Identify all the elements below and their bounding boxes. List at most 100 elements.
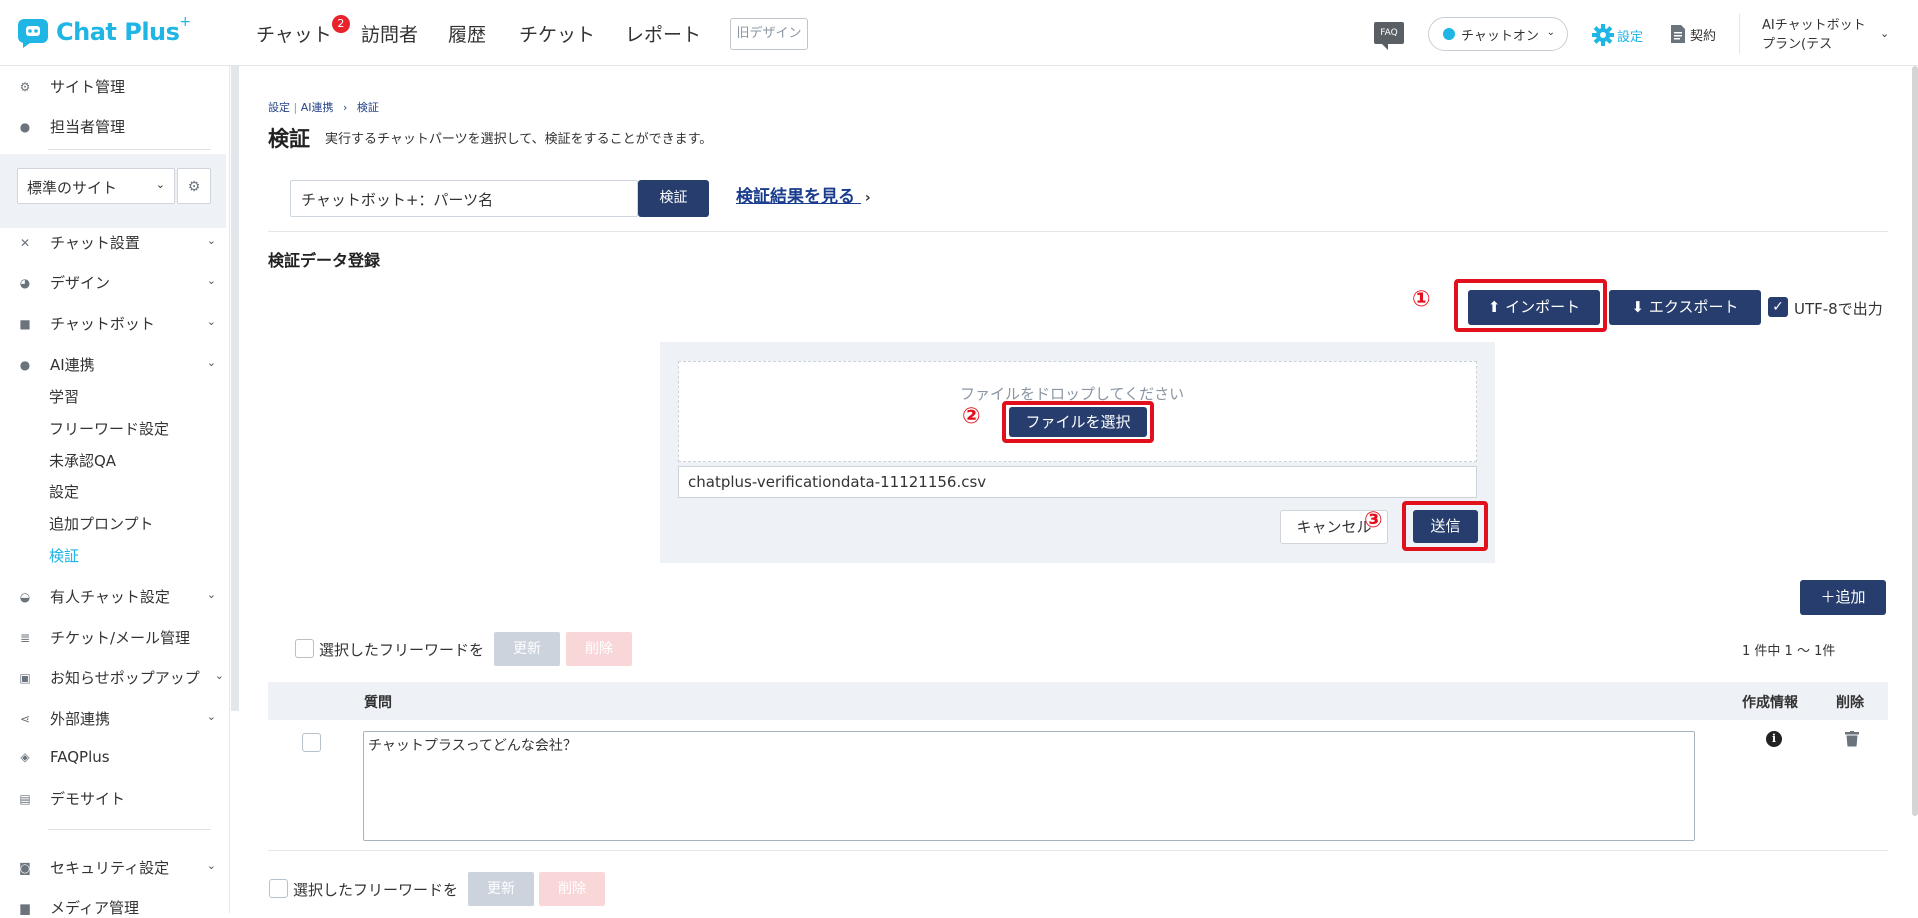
plan-label: AIチャットボットプラン(テス: [1762, 18, 1866, 52]
chevron-down-icon: ⌄: [206, 234, 216, 247]
table-header: [268, 682, 1888, 720]
upload-icon: ⬆: [1487, 298, 1501, 316]
chat-status-label: チャットオン: [1461, 28, 1539, 44]
contract-link[interactable]: 契約: [1670, 24, 1716, 44]
import-label: インポート: [1505, 298, 1581, 316]
sidebar-item-manned-chat[interactable]: ◒ 有人チャット設定 ⌄: [18, 586, 218, 607]
list-icon: ≣: [19, 630, 31, 645]
view-results-link[interactable]: 検証結果を見る ›: [736, 182, 871, 207]
utf8-checkbox[interactable]: ✓: [1768, 297, 1788, 317]
palette-icon: ◕: [19, 275, 31, 290]
info-icon[interactable]: i: [1766, 731, 1782, 747]
tools-icon: ✕: [19, 235, 31, 250]
nav-chat-label: チャット: [256, 24, 332, 46]
nav-visitors[interactable]: 訪問者: [361, 20, 418, 47]
column-header-question: 質問: [364, 695, 392, 711]
sidebar-item-external[interactable]: ⋖ 外部連携 ⌄: [18, 708, 218, 729]
sidebar-sub-freeword[interactable]: フリーワード設定: [49, 418, 169, 439]
nav-chat[interactable]: チャット 2: [256, 15, 350, 47]
add-button[interactable]: ＋追加: [1800, 580, 1886, 615]
sidebar-item-ai[interactable]: ● AI連携 ⌄: [18, 354, 218, 375]
verify-button[interactable]: 検証: [638, 180, 709, 217]
sidebar-item-chatbot[interactable]: ■ チャットボット ⌄: [18, 313, 218, 334]
chat-status-toggle[interactable]: チャットオン ⌄: [1428, 17, 1568, 51]
select-all-checkbox-bottom[interactable]: [269, 879, 288, 898]
selected-file-name: chatplus-verificationdata-11121156.csv: [688, 473, 987, 491]
old-design-button[interactable]: 旧デザイン: [730, 18, 808, 50]
row-checkbox[interactable]: [302, 733, 321, 752]
sidebar-item-staff-management[interactable]: ● 担当者管理: [18, 116, 218, 137]
site-gear-icon: ⚙: [19, 79, 31, 94]
breadcrumb-ai-link[interactable]: AI連携: [301, 101, 334, 114]
chevron-down-icon: ⌄: [1546, 27, 1555, 38]
sidebar-sub-verification[interactable]: 検証: [49, 545, 79, 566]
nav-tickets[interactable]: チケット: [519, 20, 595, 47]
share-icon: ⋖: [19, 711, 31, 726]
sidebar-divider: [48, 829, 211, 830]
plan-selector[interactable]: AIチャットボットプラン(テス: [1762, 16, 1872, 54]
chevron-down-icon: ⌄: [155, 178, 165, 191]
download-icon: ⬇: [1631, 298, 1645, 316]
document-icon: [1671, 25, 1685, 43]
sidebar-item-security[interactable]: ◙ セキュリティ設定 ⌄: [18, 857, 218, 878]
settings-link[interactable]: 設定: [1592, 24, 1643, 46]
sidebar-item-label: チャットボット: [50, 315, 155, 333]
bulk-action-label: 選択したフリーワードを: [319, 641, 485, 659]
sidebar-item-demo-site[interactable]: ▤ デモサイト: [18, 788, 218, 809]
sidebar-item-ticket-mail[interactable]: ≣ チケット/メール管理: [18, 627, 218, 648]
chat-plus-logo[interactable]: Chat Plus +: [16, 14, 191, 50]
logo-bubble-icon: [16, 15, 50, 49]
faq-plus-icon: ◈: [20, 750, 30, 764]
bulk-update-button-bottom[interactable]: 更新: [468, 872, 534, 906]
sidebar-item-design[interactable]: ◕ デザイン ⌄: [18, 272, 218, 293]
chevron-down-icon: ⌄: [206, 274, 216, 287]
site-select[interactable]: 標準のサイト ⌄: [17, 168, 175, 204]
sidebar-sub-unapproved-qa[interactable]: 未承認QA: [49, 450, 116, 471]
breadcrumb-settings-link[interactable]: 設定: [268, 101, 290, 114]
demo-icon: ▤: [19, 791, 31, 806]
question-textarea[interactable]: チャットプラスってどんな会社？: [363, 731, 1695, 841]
top-navigation-bar: Chat Plus + チャット 2 訪問者 履歴 チケット レポート 旧デザイ…: [0, 0, 1918, 66]
ai-icon: ●: [19, 357, 31, 372]
chevron-down-icon: ⌄: [214, 669, 224, 682]
bulk-delete-button-bottom[interactable]: 削除: [539, 872, 605, 906]
trash-icon[interactable]: [1845, 731, 1859, 747]
sidebar-sub-learning[interactable]: 学習: [49, 386, 79, 407]
sidebar-item-label: デザイン: [50, 274, 111, 292]
sidebar-item-chat-setup[interactable]: ✕ チャット設置 ⌄: [18, 232, 218, 253]
pagination-count: 1 件中 1 ～ 1件: [1742, 644, 1836, 659]
bulk-delete-button[interactable]: 削除: [566, 632, 632, 666]
select-all-checkbox[interactable]: [295, 639, 314, 658]
nav-reports[interactable]: レポート: [625, 20, 701, 47]
annotation-1: ①: [1412, 287, 1431, 312]
faq-icon[interactable]: FAQ: [1374, 22, 1404, 50]
sidebar-sub-extra-prompt[interactable]: 追加プロンプト: [49, 513, 154, 534]
sidebar-item-label: チケット/メール管理: [50, 629, 191, 647]
chevron-right-icon: ›: [864, 190, 871, 206]
annotation-3: ③: [1364, 508, 1383, 533]
breadcrumb-current: 検証: [356, 101, 379, 114]
bulk-update-button[interactable]: 更新: [494, 632, 560, 666]
question-text: チャットプラスってどんな会社？: [368, 738, 577, 754]
sidebar-divider: [48, 149, 211, 150]
sidebar-item-popup[interactable]: ▣ お知らせポップアップ ⌄: [18, 667, 224, 688]
import-button[interactable]: ⬆ インポート: [1468, 290, 1600, 325]
chat-unread-badge: 2: [331, 15, 350, 33]
sidebar-item-faqplus[interactable]: ◈ FAQPlus: [18, 748, 218, 766]
plan-chevron-down-icon[interactable]: ⌄: [1880, 27, 1889, 40]
selected-file-field[interactable]: chatplus-verificationdata-11121156.csv: [678, 466, 1477, 498]
sidebar-scrollbar[interactable]: [231, 66, 239, 711]
sidebar-sub-settings[interactable]: 設定: [49, 481, 79, 502]
export-button[interactable]: ⬇ エクスポート: [1609, 290, 1761, 325]
chevron-down-icon: ⌄: [206, 356, 216, 369]
send-button[interactable]: 送信: [1413, 510, 1478, 543]
sidebar-item-site-management[interactable]: ⚙ サイト管理: [18, 76, 218, 97]
site-settings-gear-icon[interactable]: ⚙: [177, 168, 211, 204]
page-scrollbar[interactable]: [1912, 66, 1918, 816]
logo-text: Chat Plus: [56, 18, 180, 46]
sidebar-item-media[interactable]: ▆ メディア管理: [18, 897, 218, 918]
choose-file-button[interactable]: ファイルを選択: [1009, 407, 1147, 437]
chat-parts-input[interactable]: チャットボット+：パーツ名: [290, 180, 638, 217]
sidebar-item-label: サイト管理: [50, 78, 126, 96]
nav-history[interactable]: 履歴: [448, 20, 486, 47]
